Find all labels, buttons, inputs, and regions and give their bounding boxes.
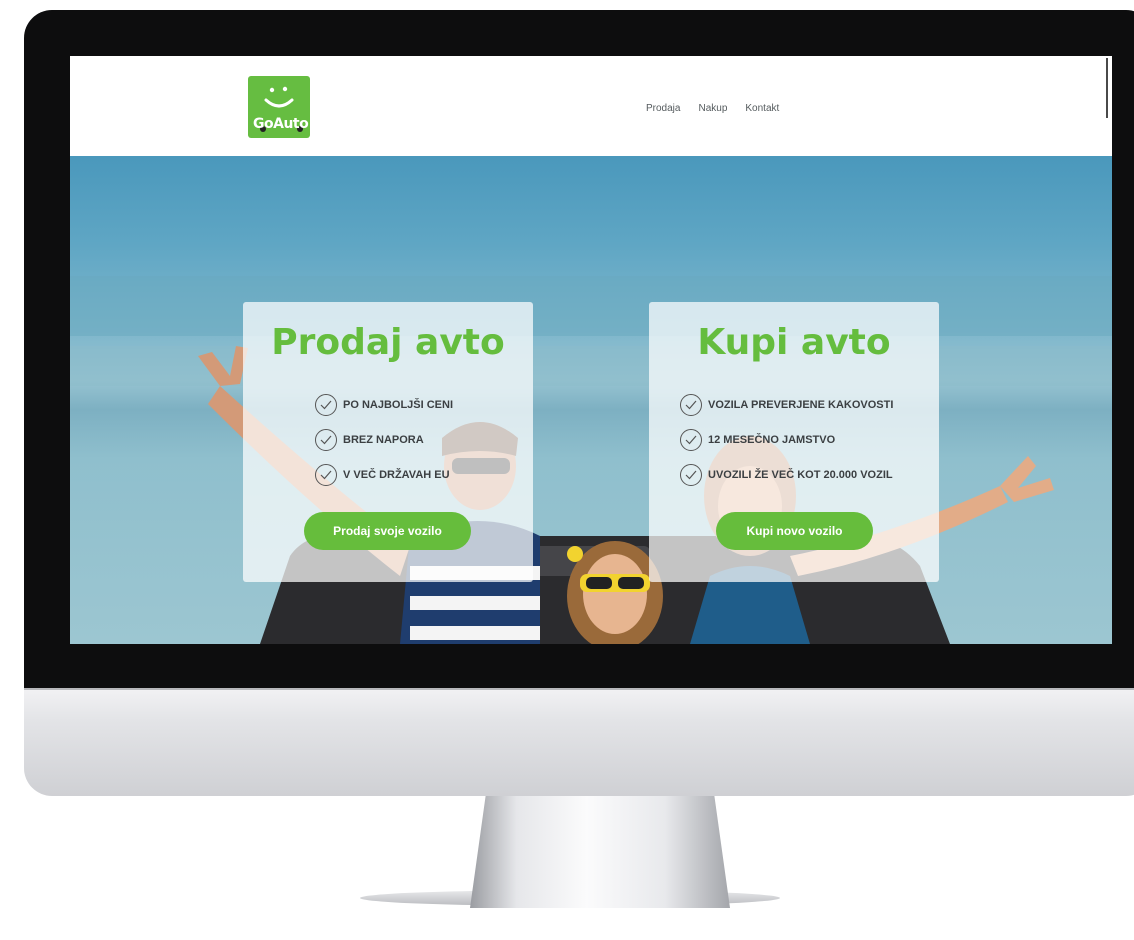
sell-feature-item: V VEČ DRŽAVAH EU [315,464,450,486]
nav-item-nakup[interactable]: Nakup [698,103,727,114]
main-nav: Prodaja Nakup Kontakt [646,103,779,114]
buy-feature-item: VOZILA PREVERJENE KAKOVOSTI [680,394,893,416]
check-circle-icon [680,464,702,486]
buy-card-title: Kupi avto [697,322,891,363]
sell-feature-item: PO NAJBOLJŠI CENI [315,394,453,416]
hero-section: Prodaj avto PO NAJBOLJŠI CENI BREZ NAPOR… [70,156,1112,644]
nav-item-kontakt[interactable]: Kontakt [745,103,779,114]
site-header: GoAuto Prodaja Nakup Kontakt [70,56,1112,156]
buy-feature-item: 12 MESEČNO JAMSTVO [680,429,835,451]
scrollbar[interactable] [1106,58,1108,118]
sell-feature-label: PO NAJBOLJŠI CENI [343,399,454,411]
sell-feature-label: BREZ NAPORA [343,434,424,446]
check-circle-icon [315,429,337,451]
sell-feature-item: BREZ NAPORA [315,429,424,451]
monitor-screen: GoAuto Prodaja Nakup Kontakt Prodaj avto… [70,56,1112,644]
buy-feature-label: VOZILA PREVERJENE KAKOVOSTI [708,399,894,411]
check-circle-icon [680,394,702,416]
check-circle-icon [680,429,702,451]
monitor-stand [470,796,730,908]
sell-car-card: Prodaj avto PO NAJBOLJŠI CENI BREZ NAPOR… [243,302,533,582]
check-circle-icon [315,464,337,486]
hero-background-image [70,276,1112,644]
sell-feature-label: V VEČ DRŽAVAH EU [343,469,450,481]
check-circle-icon [315,394,337,416]
logo-text: GoAuto [253,116,309,132]
buy-vehicle-button[interactable]: Kupi novo vozilo [716,512,873,550]
buy-feature-label: UVOZILI ŽE VEČ KOT 20.000 VOZIL [708,469,893,481]
buy-feature-label: 12 MESEČNO JAMSTVO [708,434,836,446]
site-logo[interactable]: GoAuto [248,76,310,138]
buy-feature-item: UVOZILI ŽE VEČ KOT 20.000 VOZIL [680,464,893,486]
buy-car-card: Kupi avto VOZILA PREVERJENE KAKOVOSTI 12… [649,302,939,582]
sell-vehicle-button[interactable]: Prodaj svoje vozilo [304,512,471,550]
nav-item-prodaja[interactable]: Prodaja [646,103,680,114]
sell-card-title: Prodaj avto [271,322,505,363]
monitor-chin [24,688,1134,796]
